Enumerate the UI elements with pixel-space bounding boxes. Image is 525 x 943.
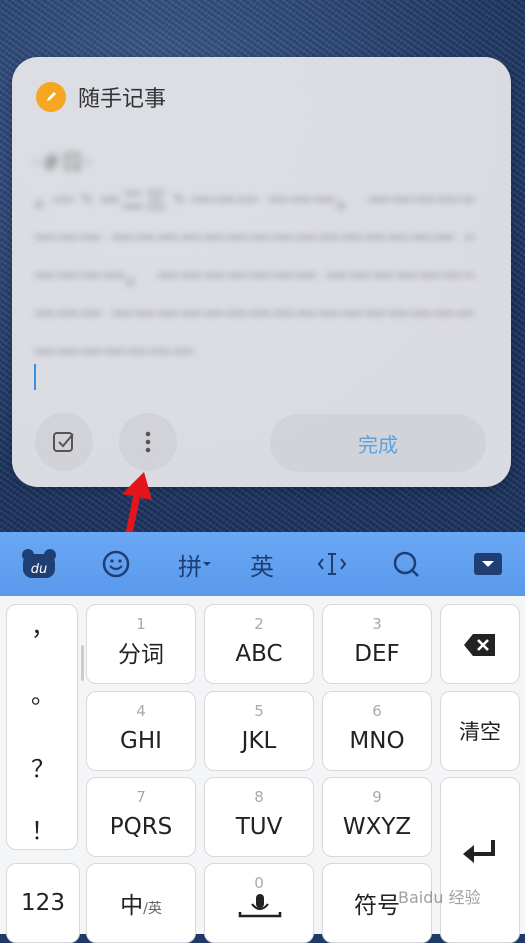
key-1[interactable]: 1 分词 [86,604,196,684]
key-label: 分词 [118,642,164,668]
punct-key[interactable]: 。 [7,675,79,710]
lang-sub: /英 [143,901,162,917]
pinyin-switch-button[interactable]: 拼 [170,532,220,596]
key-number: 4 [136,702,146,720]
backspace-key[interactable] [440,604,520,684]
key-label: ABC [235,641,283,667]
key-5[interactable]: 5 JKL [204,691,314,771]
keyboard-toolbar: du 拼 英 [0,532,525,596]
key-number: 0 [254,874,264,892]
key-label: DEF [354,641,400,667]
key-label: TUV [235,814,283,840]
key-6[interactable]: 6 MNO [322,691,432,771]
checklist-button[interactable] [35,413,93,471]
search-button[interactable] [384,532,428,596]
enter-key[interactable] [440,777,520,943]
key-label: WXYZ [342,814,412,840]
baidu-watermark: Baidu 经验 [398,884,481,908]
backspace-icon [464,634,495,656]
key-number: 3 [372,615,382,633]
key-number: 2 [254,615,264,633]
key-number: 1 [136,615,146,633]
done-button[interactable]: 完成 [270,414,486,472]
space-voice-key[interactable]: 0 [204,863,314,943]
pencil-icon [36,82,66,112]
cursor-move-button[interactable] [310,532,354,596]
more-vertical-icon [145,431,151,453]
enter-icon [463,840,495,863]
key-number: 8 [254,788,264,806]
note-line: 一一一一一一一 [34,341,196,355]
note-line: ·#ㄖ· [34,151,93,176]
note-app-title: 随手记事 [78,87,167,112]
key-2[interactable]: 2 ABC [204,604,314,684]
key-number: 5 [254,702,264,720]
checkbox-icon [53,432,74,452]
key-7[interactable]: 7 PQRS [86,777,196,857]
key-label: JKL [241,728,277,754]
note-card: 随手记事 ·#ㄖ· ₓ 一丶ー二三丶一一一 一一一。 一一一一一 一一一 一一一… [12,57,511,487]
emoji-button[interactable] [94,532,138,596]
key-number: 9 [372,788,382,806]
key-8[interactable]: 8 TUV [204,777,314,857]
text-cursor [34,364,36,390]
chevron-down-icon [203,562,211,566]
note-line: ₓ 一丶ー二三丶一一一 一一一。 一一一一一 一一一 [34,189,474,214]
watermark-text: Baidu 经验 [398,888,481,907]
note-header: 随手记事 [36,81,166,113]
punct-key[interactable]: ， [7,607,79,642]
number-mode-label: 123 [21,890,65,916]
svg-text:du: du [31,562,48,577]
punctuation-column[interactable]: ， 。 ？ ！ [6,604,84,850]
punct-key[interactable]: ！ [7,811,79,846]
note-text-blurred[interactable]: ·#ㄖ· ₓ 一丶ー二三丶一一一 一一一。 一一一一一 一一一 一一一 一一一一… [34,145,474,355]
clear-key[interactable]: 清空 [440,691,520,771]
baidu-bear-icon: du [22,549,56,578]
lang-main: 中 [120,893,144,919]
key-label: GHI [120,728,162,754]
key-9[interactable]: 9 WXYZ [322,777,432,857]
language-switch-label: 中/英 [87,886,195,920]
hide-keyboard-button[interactable] [466,532,510,596]
key-number: 7 [136,788,146,806]
key-label: PQRS [109,814,173,840]
key-4[interactable]: 4 GHI [86,691,196,771]
note-line: 一一一 一一一一一一一一一一一一一一一一一一一一一一 [34,303,474,328]
punct-scrollbar[interactable] [81,645,84,681]
language-switch-key[interactable]: 中/英 [86,863,196,943]
english-switch-button[interactable]: 英 [240,532,284,596]
baidu-logo-button[interactable]: du [14,532,64,596]
key-number: 6 [372,702,382,720]
microphone-icon [238,894,282,918]
note-line: 一一一 一一一一一一一一一一一一一一一 一一一 一一一 [34,227,474,252]
key-3[interactable]: 3 DEF [322,604,432,684]
note-line: 一一一一。 一一一一一一一 一一一一一一一一一一一 [34,265,474,290]
text-cursor-icon [317,553,347,575]
search-icon [393,551,419,577]
key-label: MNO [349,728,405,754]
number-mode-key[interactable]: 123 [6,863,80,943]
pinyin-label: 拼 [178,552,202,581]
keyboard-hide-icon [474,553,502,575]
punct-key[interactable]: ？ [7,749,79,784]
clear-label: 清空 [459,720,501,744]
smiley-icon [102,550,130,578]
